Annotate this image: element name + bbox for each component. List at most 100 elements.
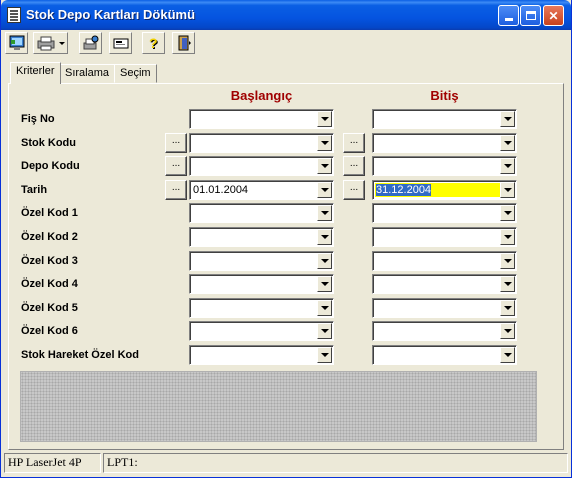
help-icon: ? ? — [149, 35, 159, 51]
exit-door-icon — [178, 35, 191, 51]
end-picker-button[interactable]: ... — [343, 180, 365, 200]
dropdown-button[interactable] — [317, 300, 332, 316]
start-picker-button[interactable]: ... — [165, 180, 187, 200]
dropdown-button[interactable] — [317, 229, 332, 245]
start-picker-button[interactable]: ... — [165, 133, 187, 153]
field-label: Depo Kodu — [21, 160, 80, 172]
dropdown-button[interactable] — [500, 135, 515, 151]
start-value-combo[interactable] — [189, 321, 334, 341]
field-label: Özel Kod 5 — [21, 302, 78, 314]
dropdown-button[interactable] — [500, 182, 515, 198]
end-value-combo[interactable] — [372, 227, 517, 247]
chevron-down-icon — [503, 353, 512, 357]
start-value-combo[interactable] — [189, 156, 334, 176]
end-value-text — [375, 136, 377, 150]
dropdown-button[interactable] — [317, 253, 332, 269]
start-value-combo[interactable] — [189, 251, 334, 271]
app-icon[interactable] — [7, 7, 21, 23]
print-button[interactable] — [33, 32, 68, 54]
end-value-combo[interactable]: 31.12.2004 — [372, 180, 517, 200]
end-value-text — [375, 112, 377, 126]
start-picker-button[interactable]: ... — [165, 156, 187, 176]
end-value-combo[interactable] — [372, 274, 517, 294]
end-value-combo[interactable] — [372, 321, 517, 341]
main-window: Stok Depo Kartları Dökümü ✕ ? ? Kriterle… — [0, 0, 572, 478]
chevron-down-icon — [503, 211, 512, 215]
dropdown-button[interactable] — [317, 158, 332, 174]
help-button[interactable]: ? ? — [142, 32, 165, 54]
end-value-combo[interactable] — [372, 298, 517, 318]
end-value-text — [375, 254, 377, 268]
chevron-down-icon — [503, 188, 512, 192]
end-picker-button[interactable]: ... — [343, 133, 365, 153]
end-value-text — [375, 324, 377, 338]
start-value-combo[interactable]: 01.01.2004 — [189, 180, 334, 200]
tab-kriterler[interactable]: Kriterler — [10, 62, 61, 84]
start-value-combo[interactable] — [189, 109, 334, 129]
dropdown-button[interactable] — [500, 158, 515, 174]
end-column-heading: Bitiş — [430, 88, 459, 103]
start-value-combo[interactable] — [189, 345, 334, 365]
dropdown-button[interactable] — [500, 323, 515, 339]
end-value-text — [375, 301, 377, 315]
start-value-combo[interactable] — [189, 298, 334, 318]
dropdown-button[interactable] — [500, 111, 515, 127]
field-label: Fiş No — [21, 113, 55, 125]
dropdown-button[interactable] — [500, 229, 515, 245]
dropdown-button[interactable] — [317, 323, 332, 339]
minimize-button[interactable] — [498, 5, 519, 26]
dropdown-button[interactable] — [500, 276, 515, 292]
dropdown-button[interactable] — [500, 253, 515, 269]
end-value-combo[interactable] — [372, 203, 517, 223]
start-value-combo[interactable] — [189, 203, 334, 223]
info-area — [20, 371, 537, 442]
end-value-combo[interactable] — [372, 251, 517, 271]
export-icon — [113, 38, 128, 49]
field-label: Özel Kod 4 — [21, 278, 78, 290]
start-value-combo[interactable] — [189, 133, 334, 153]
start-value-combo[interactable] — [189, 227, 334, 247]
field-label: Tarih — [21, 184, 48, 196]
title-bar[interactable]: Stok Depo Kartları Dökümü ✕ — [1, 0, 571, 30]
chevron-down-icon — [320, 235, 329, 239]
printer-setup-button[interactable] — [79, 32, 102, 54]
start-value-text — [192, 230, 194, 244]
maximize-button[interactable] — [520, 5, 541, 26]
chevron-down-icon — [503, 164, 512, 168]
dropdown-button[interactable] — [500, 347, 515, 363]
field-label: Stok Kodu — [21, 137, 76, 149]
dropdown-button[interactable] — [317, 182, 332, 198]
field-label: Özel Kod 6 — [21, 325, 78, 337]
end-value-combo[interactable] — [372, 345, 517, 365]
end-value-combo[interactable] — [372, 156, 517, 176]
start-value-text — [192, 136, 194, 150]
chevron-down-icon — [320, 329, 329, 333]
dropdown-button[interactable] — [317, 347, 332, 363]
end-value-combo[interactable] — [372, 133, 517, 153]
toolbar: ? ? — [3, 31, 569, 57]
dropdown-button[interactable] — [317, 205, 332, 221]
end-picker-button[interactable]: ... — [343, 156, 365, 176]
end-value-text — [375, 277, 377, 291]
field-label: Stok Hareket Özel Kod — [21, 349, 139, 361]
chevron-down-icon — [503, 141, 512, 145]
export-button[interactable] — [109, 32, 132, 54]
dropdown-button[interactable] — [317, 276, 332, 292]
exit-button[interactable] — [172, 32, 195, 54]
preview-button[interactable] — [5, 32, 28, 54]
dropdown-button[interactable] — [317, 135, 332, 151]
start-value-combo[interactable] — [189, 274, 334, 294]
status-bar: HP LaserJet 4P LPT1: — [2, 452, 570, 474]
start-value-text — [192, 301, 194, 315]
end-value-combo[interactable] — [372, 109, 517, 129]
end-value-text: 31.12.2004 — [375, 183, 500, 197]
dropdown-button[interactable] — [500, 300, 515, 316]
printer-icon — [37, 36, 65, 51]
maximize-icon — [525, 11, 536, 20]
close-button[interactable]: ✕ — [543, 5, 564, 26]
tab-secim[interactable]: Seçim — [114, 64, 157, 83]
dropdown-button[interactable] — [317, 111, 332, 127]
tab-siralama[interactable]: Sıralama — [59, 64, 116, 83]
chevron-down-icon — [503, 282, 512, 286]
dropdown-button[interactable] — [500, 205, 515, 221]
